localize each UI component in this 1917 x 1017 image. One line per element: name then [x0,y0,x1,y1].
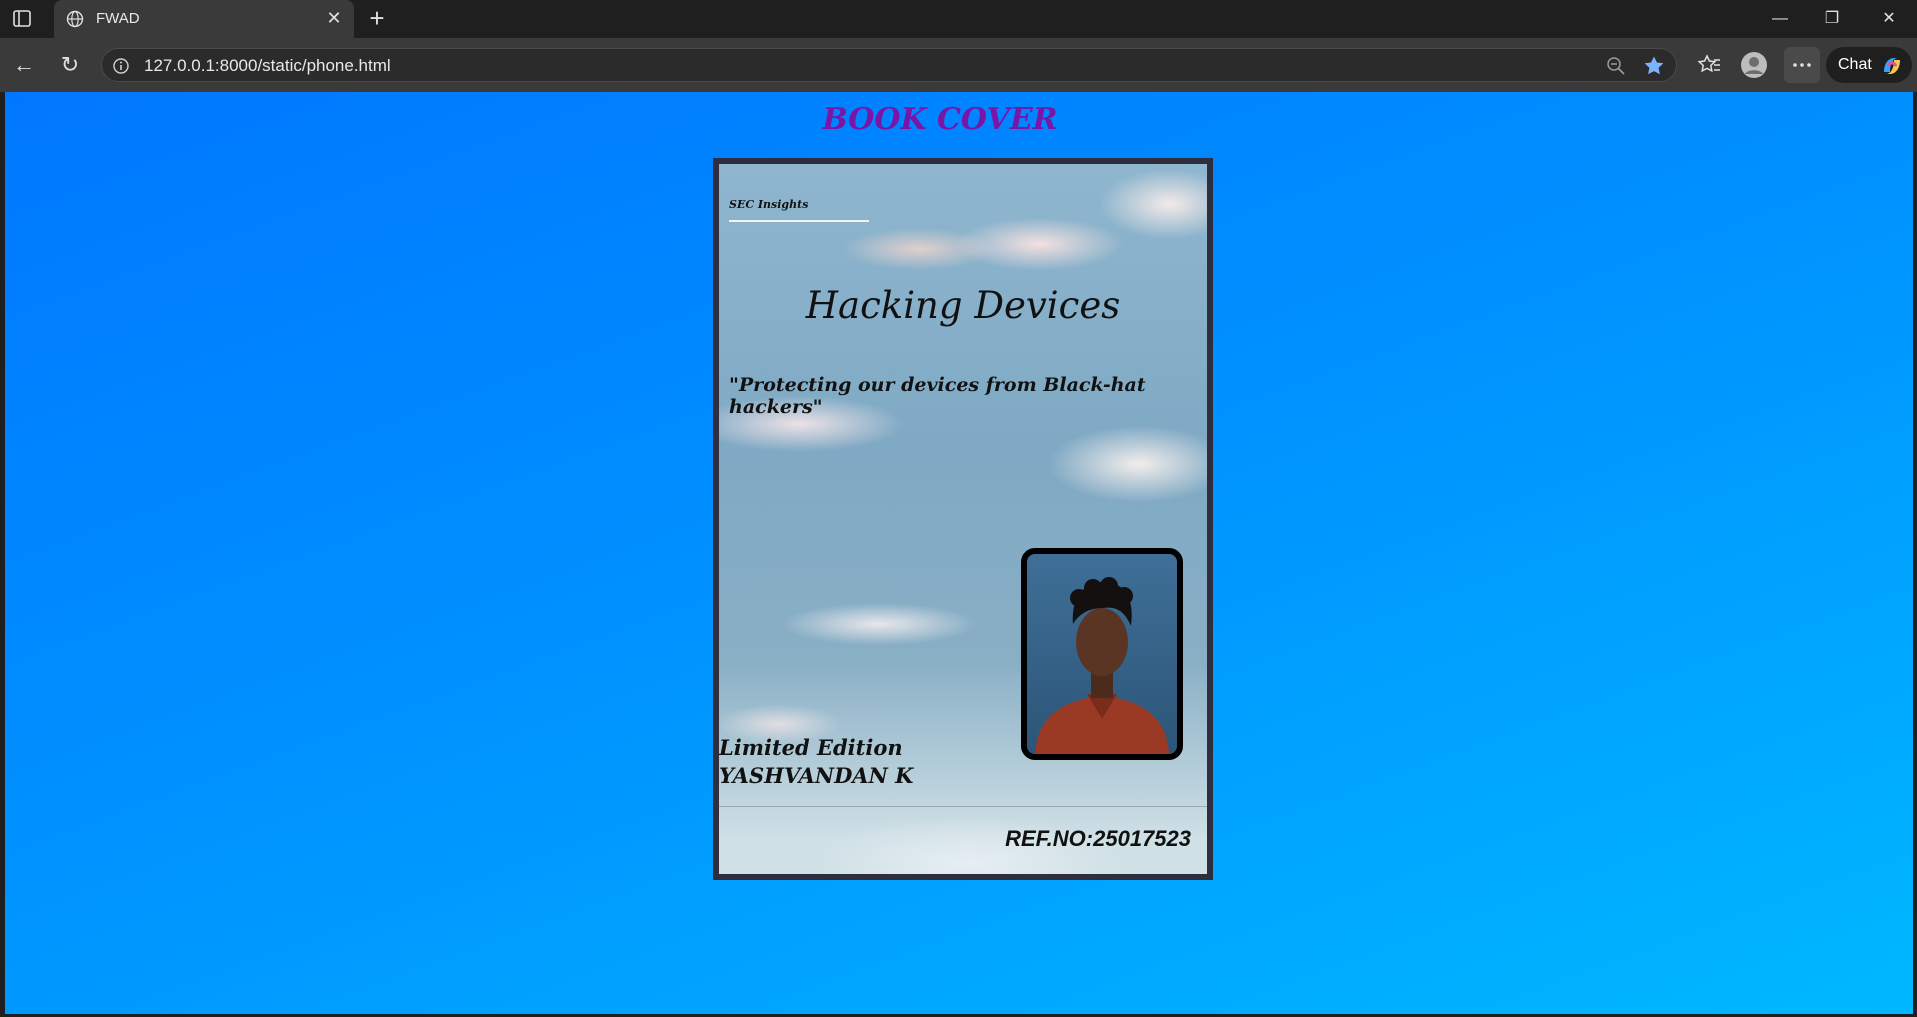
book-tagline: "Protecting our devices from Black-hat h… [729,374,1146,418]
browser-toolbar: ← ↻ 127.0.0.1:8000/static/phone.html Cha… [0,38,1917,92]
zoom-out-icon[interactable] [1606,56,1626,76]
minimize-icon[interactable]: — [1758,6,1802,32]
url-text: 127.0.0.1:8000/static/phone.html [144,56,391,75]
tab-actions-icon[interactable] [12,9,34,29]
edition-block: Limited Edition YASHVANDAN K [719,734,913,790]
cover-divider [719,806,1207,807]
restore-icon[interactable]: ❐ [1810,6,1854,32]
reload-icon[interactable]: ↻ [56,51,84,79]
author-photo [1021,548,1183,760]
page-body: BOOK COVER SEC Insights Hacking Devices … [5,92,1913,1014]
chat-label: Chat [1838,56,1872,73]
author-name: YASHVANDAN K [719,763,914,788]
browser-tab[interactable]: FWAD ✕ [54,0,354,38]
favorites-icon[interactable] [1695,51,1723,79]
back-icon[interactable]: ← [10,51,38,79]
more-options-icon[interactable] [1784,47,1820,83]
favorite-star-icon[interactable] [1642,54,1666,78]
chat-button[interactable]: Chat [1826,47,1912,83]
close-tab-icon[interactable]: ✕ [324,8,344,28]
brand-divider [729,220,869,222]
reference-number: REF.NO:25017523 [1005,826,1191,851]
cover-brand: SEC Insights [729,198,809,211]
new-tab-button[interactable]: + [366,5,388,31]
profile-avatar-icon[interactable] [1740,51,1768,79]
globe-icon [66,10,84,28]
site-info-icon[interactable] [112,57,130,75]
tab-title: FWAD [96,10,140,27]
page-heading: BOOK COVER [822,102,1058,137]
close-window-icon[interactable]: ✕ [1867,6,1911,32]
book-cover: SEC Insights Hacking Devices "Protecting… [713,158,1213,880]
copilot-icon [1880,54,1904,78]
address-bar[interactable]: 127.0.0.1:8000/static/phone.html [101,48,1677,82]
book-title: Hacking Devices [805,284,1121,327]
tab-strip: FWAD ✕ + — ❐ ✕ [0,0,1917,38]
edition-label: Limited Edition [719,735,903,760]
